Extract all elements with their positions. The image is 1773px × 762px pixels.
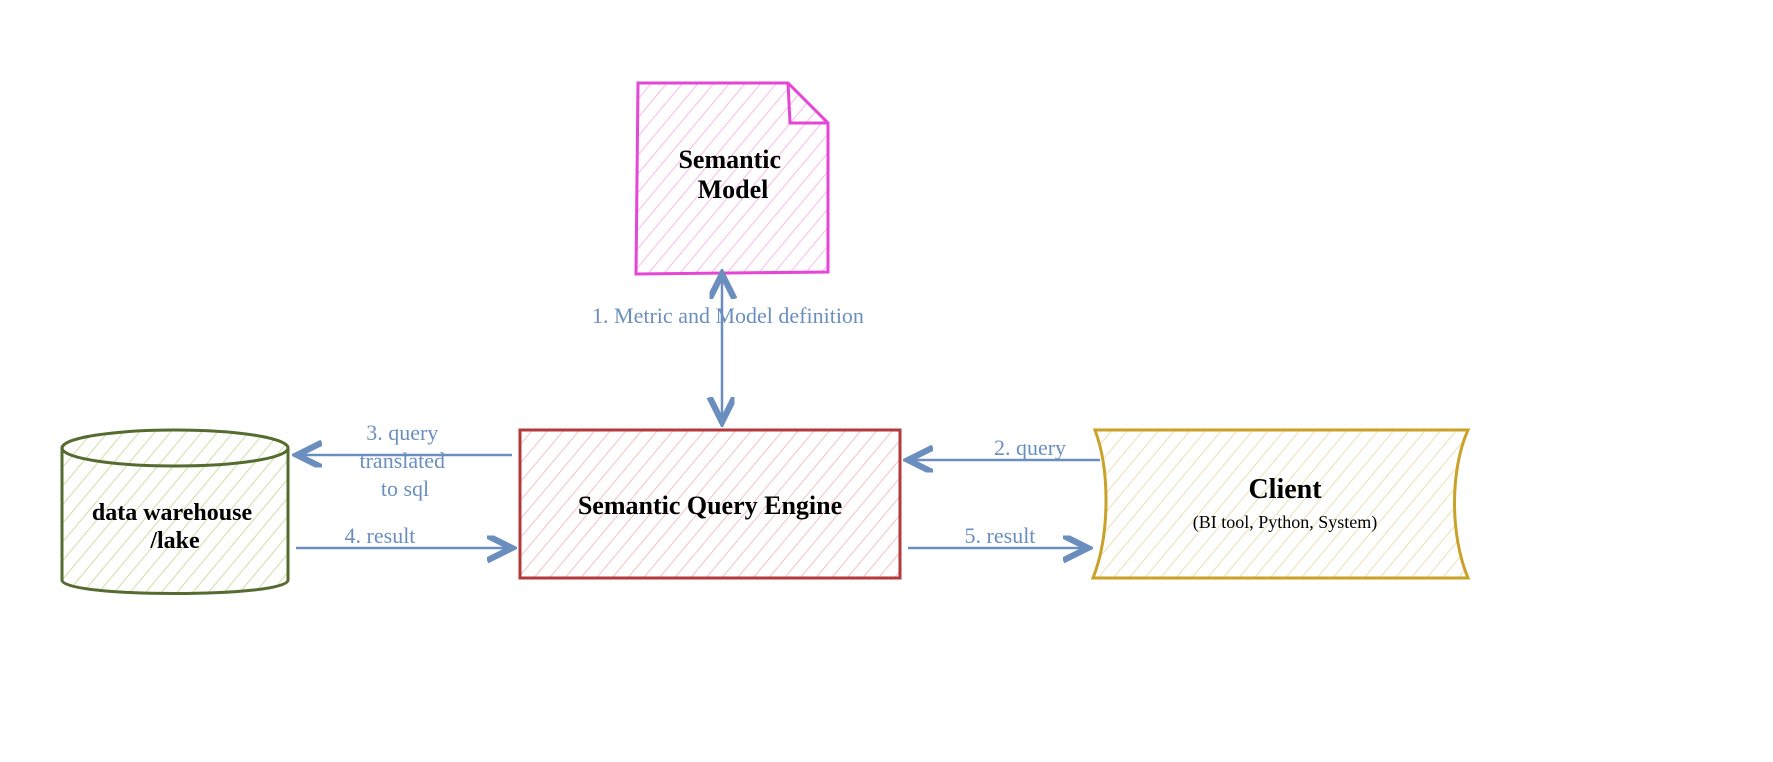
edge3-l0: 3. query — [366, 420, 438, 445]
dw-label-line2: /lake — [149, 528, 200, 554]
edge5-label: 5. result — [965, 523, 1036, 548]
edge-result-to-client: 5. result — [908, 523, 1088, 548]
node-client: Client (BI tool, Python, System) — [1093, 430, 1468, 578]
edge-query-to-sql: 3. query translated to sql — [297, 420, 512, 501]
architecture-diagram: Semantic Model Semantic Query Engine dat… — [0, 0, 1773, 762]
client-sublabel: (BI tool, Python, System) — [1193, 512, 1378, 533]
edge-metric-definition: 1. Metric and Model definition — [592, 274, 864, 422]
engine-label: Semantic Query Engine — [578, 491, 842, 520]
node-semantic-query-engine: Semantic Query Engine — [520, 430, 900, 578]
edge-query-from-client: 2. query — [908, 435, 1100, 460]
semantic-model-label-line1: Semantic — [678, 145, 781, 174]
node-data-warehouse: data warehouse /lake — [62, 430, 288, 594]
semantic-model-label-line2: Model — [698, 175, 769, 204]
edge2-label: 2. query — [994, 435, 1066, 460]
edge4-label: 4. result — [345, 523, 416, 548]
client-label: Client — [1248, 474, 1322, 505]
edge3-l2: to sql — [381, 476, 429, 501]
dw-label-line1: data warehouse — [92, 500, 253, 526]
edge3-l1: translated — [359, 448, 445, 473]
svg-text:3. query translated to: 3. query translated to sql — [359, 420, 450, 501]
edge-result-from-dw: 4. result — [296, 523, 512, 548]
node-semantic-model: Semantic Model — [636, 83, 828, 274]
edge1-label: 1. Metric and Model definition — [592, 303, 864, 328]
